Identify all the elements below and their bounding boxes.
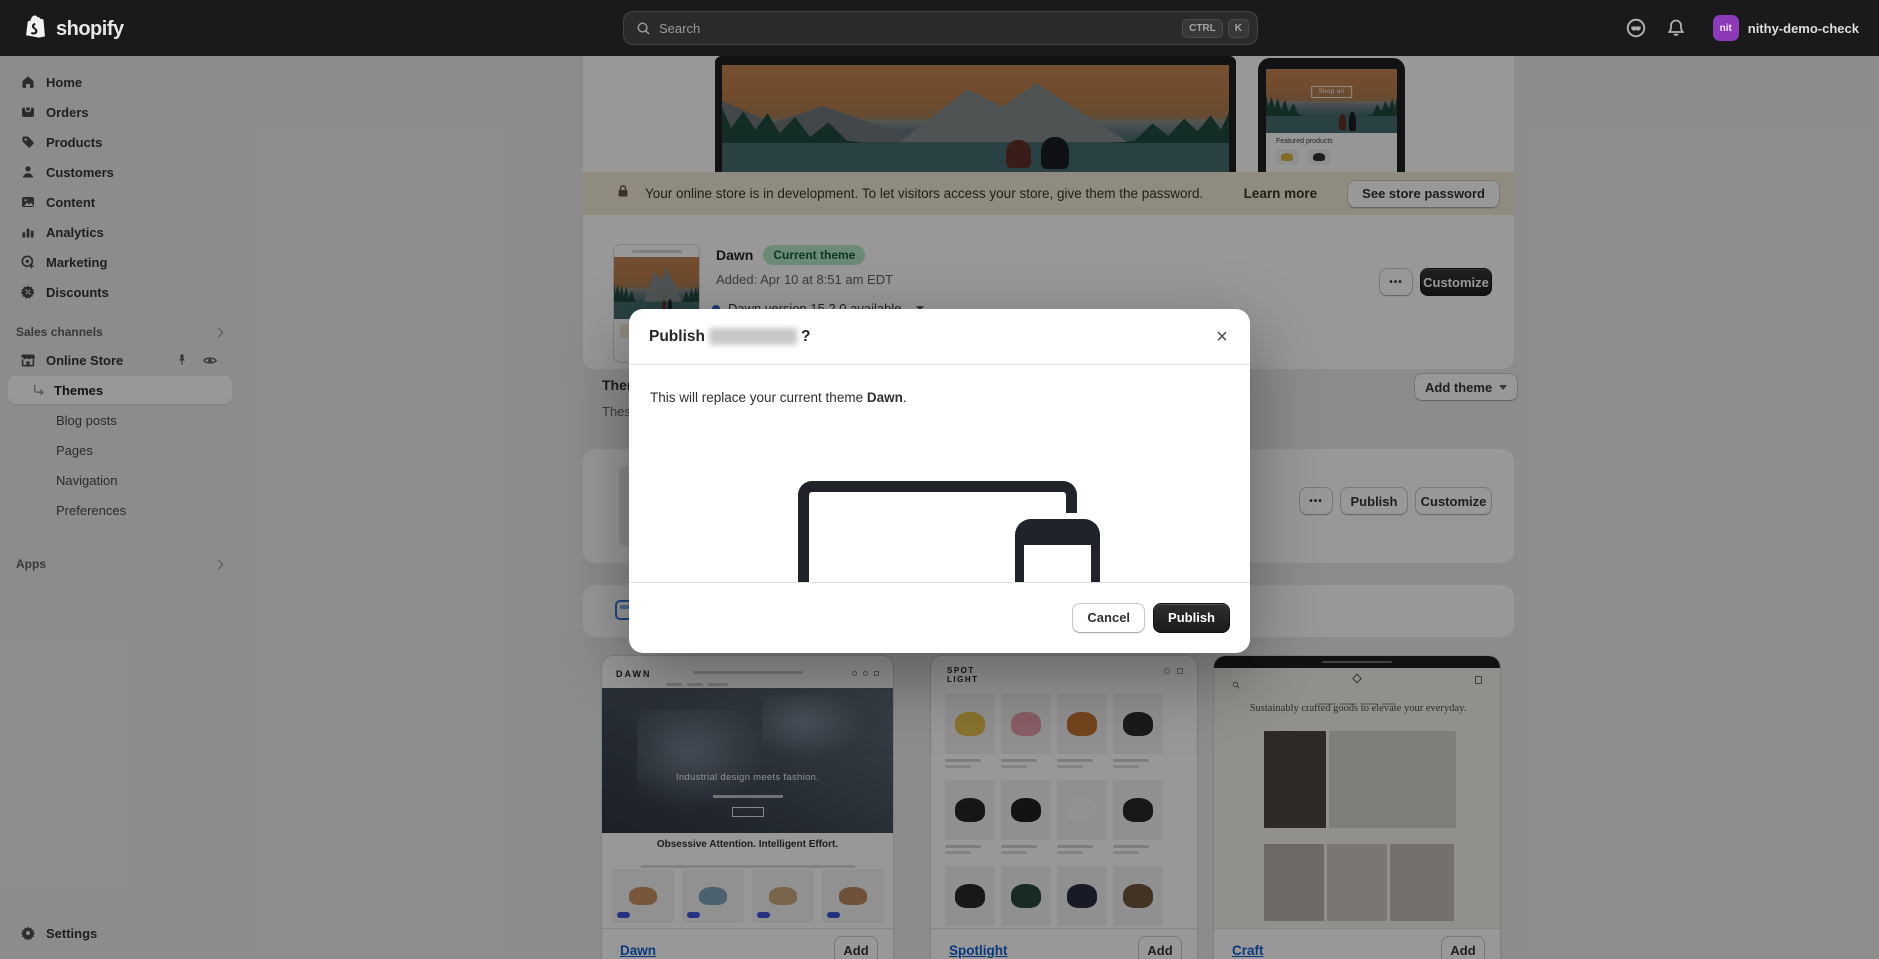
shopify-bag-icon	[26, 15, 45, 38]
modal-message-prefix: This will replace your current theme	[650, 390, 867, 405]
shortcut-k-key: K	[1227, 18, 1249, 38]
modal-title-suffix: ?	[800, 327, 811, 345]
modal-body: This will replace your current theme Daw…	[629, 365, 1250, 582]
account-menu[interactable]: nit nithy-demo-check	[1705, 11, 1867, 45]
modal-title: Publish ?	[649, 328, 810, 346]
close-icon[interactable]: ×	[1208, 323, 1236, 351]
phone-frame-graphic	[1015, 519, 1100, 582]
publish-theme-modal: Publish ? × This will replace your curre…	[629, 309, 1250, 653]
shopify-admin: Shop all Featured products Your online s…	[0, 0, 1879, 959]
search-icon	[637, 22, 650, 35]
sidekick-icon[interactable]	[1625, 17, 1647, 39]
shopify-logo[interactable]: shopify	[22, 14, 124, 44]
redacted-theme-name	[708, 328, 797, 345]
global-search[interactable]: Search CTRL K	[623, 11, 1258, 45]
store-avatar: nit	[1712, 15, 1739, 41]
top-bar: shopify Search CTRL K nit nithy-demo-che…	[0, 0, 1879, 56]
search-placeholder: Search	[659, 20, 701, 36]
notifications-bell-icon[interactable]	[1665, 17, 1687, 39]
shopify-wordmark: shopify	[56, 17, 124, 40]
modal-message-suffix: .	[902, 390, 907, 405]
modal-footer: Cancel Publish	[629, 582, 1250, 652]
modal-title-prefix: Publish	[649, 327, 705, 345]
publish-button[interactable]: Publish	[1153, 602, 1230, 633]
store-name: nithy-demo-check	[1747, 20, 1859, 36]
cancel-button[interactable]: Cancel	[1072, 602, 1146, 633]
modal-message: This will replace your current theme Daw…	[650, 390, 907, 405]
modal-header: Publish ? ×	[629, 309, 1250, 365]
modal-message-theme: Dawn	[866, 390, 903, 405]
shortcut-ctrl-key: CTRL	[1182, 18, 1223, 38]
